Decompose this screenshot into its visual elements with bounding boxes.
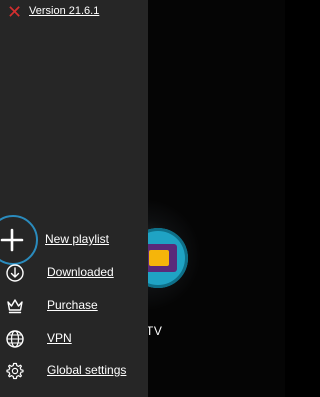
- menu-label: Global settings: [47, 363, 127, 377]
- menu-item-purchase[interactable]: Purchase: [0, 292, 148, 320]
- menu-item-global-settings[interactable]: Global settings: [0, 357, 148, 385]
- menu-item-downloaded[interactable]: Downloaded: [0, 259, 148, 287]
- crown-icon: [7, 299, 23, 314]
- navigation-drawer: ✕ Version 21.6.1 New playlist Downloaded…: [0, 0, 148, 397]
- drawer-header: ✕ Version 21.6.1: [0, 0, 148, 26]
- close-x-icon[interactable]: ✕: [7, 3, 22, 21]
- download-circle-icon: [6, 264, 24, 282]
- menu-item-new-playlist[interactable]: New playlist: [0, 226, 148, 254]
- version-label: Version 21.6.1: [29, 5, 100, 17]
- menu-label: New playlist: [45, 232, 110, 246]
- app-tile-label: TV: [146, 324, 163, 338]
- menu-item-vpn[interactable]: VPN: [0, 325, 148, 353]
- menu-label: Purchase: [47, 298, 98, 312]
- gear-icon: [6, 362, 24, 380]
- clapperboard-icon: [143, 244, 177, 272]
- menu-label: VPN: [47, 331, 72, 345]
- globe-icon: [6, 330, 24, 348]
- plus-icon: [0, 228, 24, 252]
- menu-label: Downloaded: [47, 265, 114, 279]
